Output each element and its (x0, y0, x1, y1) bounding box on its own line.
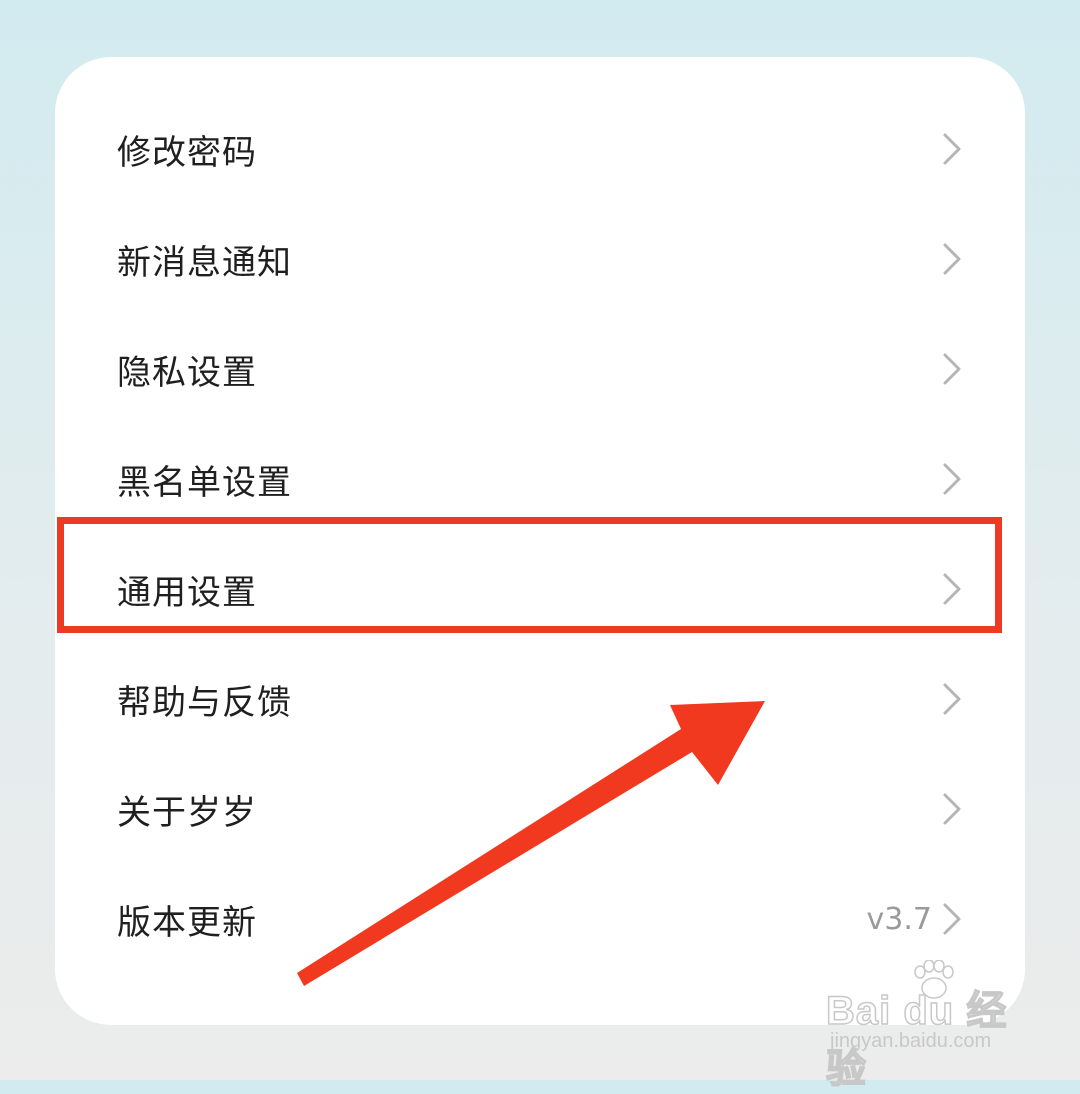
chevron-right-icon (943, 243, 961, 275)
settings-menu-list: 修改密码 新消息通知 隐私设置 黑名单设置 通用设置 帮助与反馈 关于岁岁 版本… (55, 94, 1025, 974)
chevron-right-icon (943, 903, 961, 935)
menu-item-change-password[interactable]: 修改密码 (55, 94, 1025, 204)
chevron-right-icon (943, 793, 961, 825)
chevron-right-icon (943, 463, 961, 495)
chevron-right-icon (943, 573, 961, 605)
menu-item-new-message-notification[interactable]: 新消息通知 (55, 204, 1025, 314)
menu-item-label: 黑名单设置 (117, 462, 292, 503)
menu-item-general-settings[interactable]: 通用设置 (55, 534, 1025, 644)
menu-item-label: 通用设置 (117, 572, 257, 613)
settings-card: 修改密码 新消息通知 隐私设置 黑名单设置 通用设置 帮助与反馈 关于岁岁 版本… (55, 57, 1025, 1025)
menu-item-label: 关于岁岁 (117, 792, 257, 833)
menu-item-label: 修改密码 (117, 132, 257, 173)
menu-item-help-feedback[interactable]: 帮助与反馈 (55, 644, 1025, 754)
version-value: v3.7 (866, 901, 932, 937)
watermark-site: jingyan.baidu.com (830, 1030, 992, 1052)
menu-item-label: 帮助与反馈 (117, 682, 292, 723)
menu-item-version-update[interactable]: 版本更新 v3.7 (55, 864, 1025, 974)
chevron-right-icon (943, 683, 961, 715)
menu-item-about[interactable]: 关于岁岁 (55, 754, 1025, 864)
chevron-right-icon (943, 353, 961, 385)
menu-item-label: 隐私设置 (117, 352, 257, 393)
menu-item-label: 版本更新 (117, 902, 257, 943)
menu-item-blacklist-settings[interactable]: 黑名单设置 (55, 424, 1025, 534)
menu-item-privacy-settings[interactable]: 隐私设置 (55, 314, 1025, 424)
chevron-right-icon (943, 133, 961, 165)
menu-item-label: 新消息通知 (117, 242, 292, 283)
